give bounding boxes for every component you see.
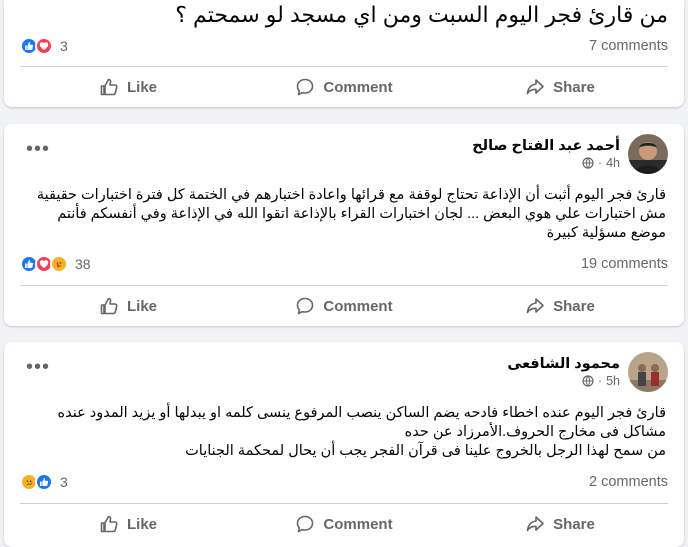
post-card-1: من قارئ فجر اليوم السبت ومن اي مسجد لو س… xyxy=(4,0,684,107)
share-button[interactable]: Share xyxy=(452,288,668,324)
globe-icon xyxy=(582,375,594,387)
post-actions: Like Comment Share xyxy=(20,506,668,542)
share-label: Share xyxy=(553,78,595,96)
avatar[interactable] xyxy=(628,352,668,392)
dot-separator: · xyxy=(597,156,603,170)
globe-icon xyxy=(582,157,594,169)
share-label: Share xyxy=(553,515,595,533)
post-text: من قارئ فجر اليوم السبت ومن اي مسجد لو س… xyxy=(175,2,668,27)
more-options-icon[interactable]: ••• xyxy=(26,138,50,161)
share-icon xyxy=(525,296,545,316)
comment-icon xyxy=(295,77,315,97)
post-stats: 3 2 comments xyxy=(20,471,668,493)
avatar[interactable] xyxy=(628,134,668,174)
author-name[interactable]: أحمد عبد الفتاح صالح xyxy=(472,138,620,154)
like-icon xyxy=(99,77,119,97)
reaction-count: 38 xyxy=(75,256,91,272)
comment-button[interactable]: Comment xyxy=(236,69,452,105)
post-time[interactable]: 5h xyxy=(606,374,620,388)
post-text-line: مش اختبارات علي هوي البعض ... لجان اختبا… xyxy=(57,206,666,222)
comment-icon xyxy=(295,514,315,534)
reactions-summary[interactable]: 3 xyxy=(20,473,68,491)
author-name[interactable]: محمود الشافعى xyxy=(507,356,620,372)
like-label: Like xyxy=(126,297,157,315)
comments-count-link[interactable]: 19 comments xyxy=(581,256,668,272)
post-stats: 38 19 comments xyxy=(20,253,668,275)
reaction-count: 3 xyxy=(60,474,68,490)
comments-count-link[interactable]: 2 comments xyxy=(589,474,668,490)
comment-label: Comment xyxy=(323,515,393,533)
divider xyxy=(20,285,668,286)
post-actions: Like Comment Share xyxy=(20,69,668,105)
post-header: محمود الشافعى 5h · xyxy=(507,352,668,392)
comment-icon xyxy=(295,296,315,316)
post-card-2: أحمد عبد الفتاح صالح 4h · ••• قارئ فجر ا… xyxy=(4,124,684,326)
divider xyxy=(20,503,668,504)
share-icon xyxy=(525,77,545,97)
reaction-count: 3 xyxy=(60,38,68,54)
comment-label: Comment xyxy=(323,78,393,96)
more-options-icon[interactable]: ••• xyxy=(26,356,50,379)
like-reaction-icon xyxy=(35,473,53,491)
share-button[interactable]: Share xyxy=(452,506,668,542)
comment-label: Comment xyxy=(323,297,393,315)
post-header: أحمد عبد الفتاح صالح 4h · xyxy=(472,134,668,174)
post-text-line: مشاكل فى مخارج الحروف.الأمرزاد عن حده xyxy=(404,424,666,440)
like-icon xyxy=(99,296,119,316)
post-text-line: من سمح لهذا الرجل بالخروج علينا فى قرآن … xyxy=(185,443,666,459)
like-label: Like xyxy=(126,515,157,533)
like-button[interactable]: Like xyxy=(20,506,236,542)
post-text-line: قارئ فجر اليوم عنده اخطاء فادحه يضم السا… xyxy=(57,405,666,421)
post-stats: 3 7 comments xyxy=(20,35,668,57)
reactions-summary[interactable]: 38 xyxy=(20,255,91,273)
post-text-line: قارئ فجر اليوم أثبت أن الإذاعة تحتاج لوق… xyxy=(36,187,666,203)
divider xyxy=(20,66,668,67)
post-text: قارئ فجر اليوم أثبت أن الإذاعة تحتاج لوق… xyxy=(20,186,666,243)
dot-separator: · xyxy=(597,374,603,388)
post-card-3: محمود الشافعى 5h · ••• قارئ فجر اليوم عن… xyxy=(4,342,684,547)
care-reaction-icon xyxy=(50,255,68,273)
reactions-summary[interactable]: 3 xyxy=(20,37,68,55)
comment-button[interactable]: Comment xyxy=(236,506,452,542)
love-reaction-icon xyxy=(35,37,53,55)
share-button[interactable]: Share xyxy=(452,69,668,105)
like-label: Like xyxy=(126,78,157,96)
like-icon xyxy=(99,514,119,534)
post-text: قارئ فجر اليوم عنده اخطاء فادحه يضم السا… xyxy=(20,404,666,461)
like-button[interactable]: Like xyxy=(20,288,236,324)
post-text-line: موضع مسؤلية كبيرة xyxy=(546,225,666,241)
like-button[interactable]: Like xyxy=(20,69,236,105)
share-label: Share xyxy=(553,297,595,315)
comment-button[interactable]: Comment xyxy=(236,288,452,324)
comments-count-link[interactable]: 7 comments xyxy=(589,38,668,54)
post-time[interactable]: 4h xyxy=(606,156,620,170)
share-icon xyxy=(525,514,545,534)
post-actions: Like Comment Share xyxy=(20,288,668,324)
